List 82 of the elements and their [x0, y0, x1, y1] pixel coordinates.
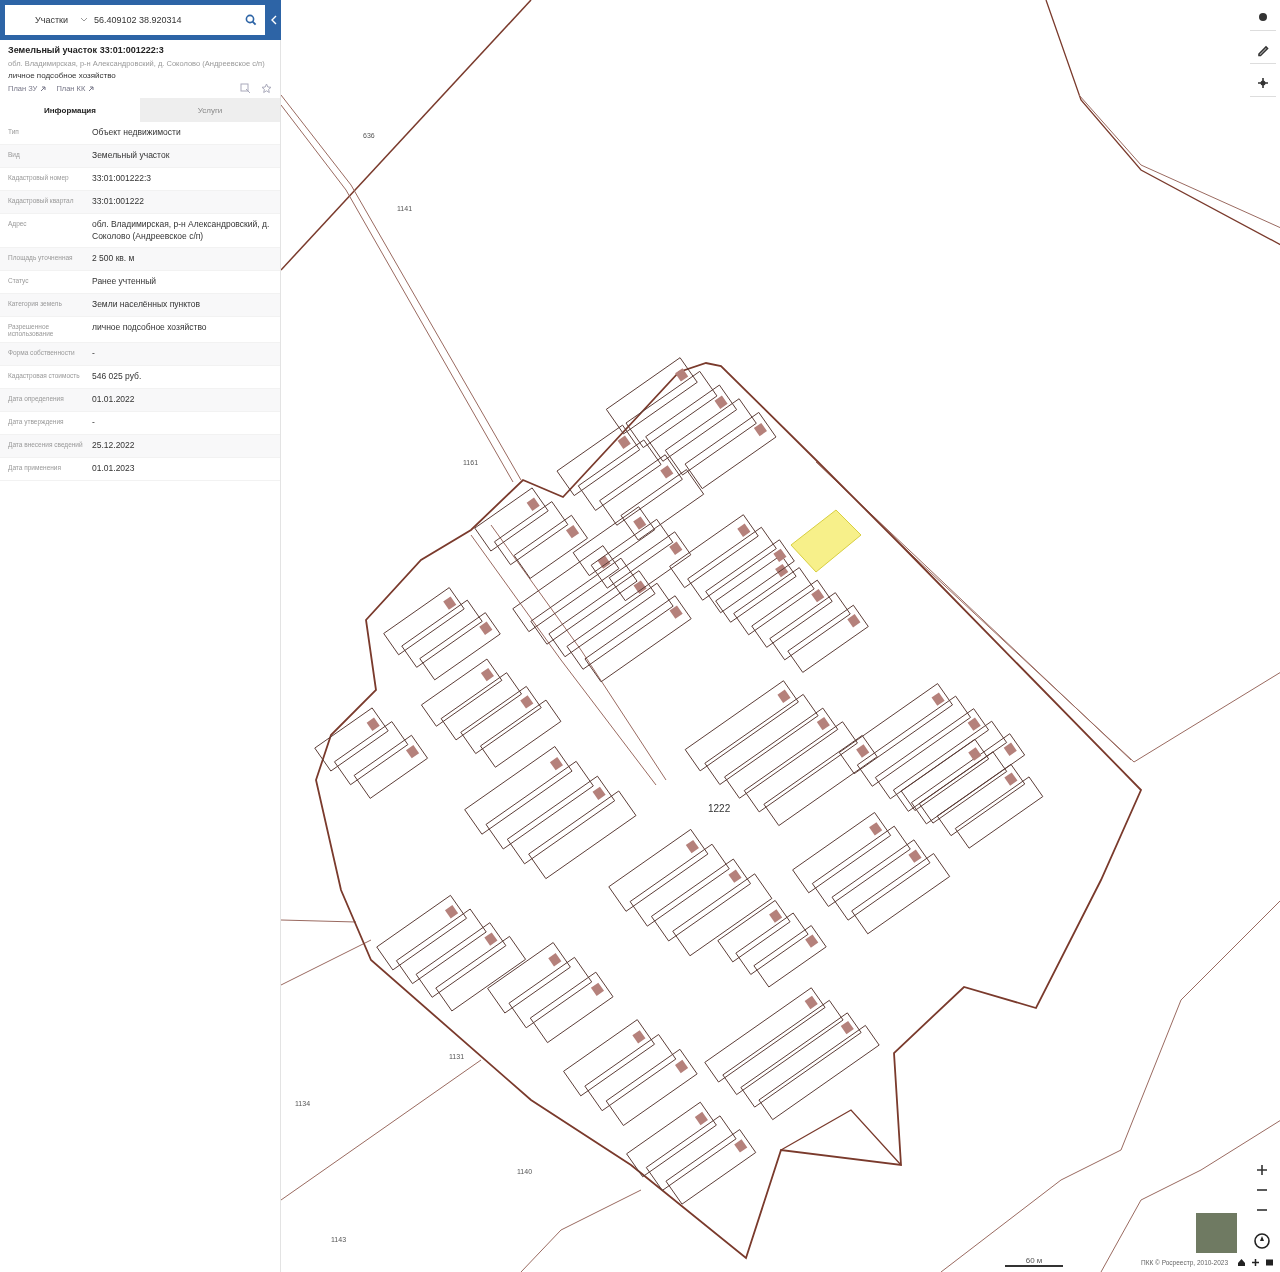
building-shape — [694, 1111, 708, 1126]
building-shape — [526, 497, 540, 511]
building-shape — [592, 786, 606, 800]
building-shape — [734, 1139, 748, 1153]
field-value: Земельный участок — [92, 149, 171, 162]
caret-icon — [80, 17, 88, 23]
field-value: 01.01.2023 — [92, 462, 136, 476]
building-shape — [805, 934, 819, 948]
building-shape — [660, 465, 674, 479]
search-field[interactable]: Участки 56.409102 38.920314 — [5, 5, 265, 35]
building-shape — [590, 982, 604, 996]
crosshair-icon[interactable] — [1251, 1258, 1260, 1267]
building-shape — [443, 596, 457, 610]
building-shape — [856, 744, 870, 758]
category-dropdown[interactable]: Участки — [35, 15, 68, 25]
search-icon[interactable] — [245, 14, 257, 26]
field-value: 25.12.2022 — [92, 439, 136, 453]
building-shape — [968, 747, 982, 761]
scale-bar — [1005, 1265, 1063, 1267]
building-shape — [480, 667, 494, 682]
building-shape — [728, 869, 742, 883]
building-shape — [1003, 742, 1017, 756]
building-shape — [675, 368, 689, 382]
building-shape — [675, 1059, 689, 1074]
building-shape — [366, 717, 380, 731]
field-value: 2 500 кв. м — [92, 251, 136, 265]
building-shape — [520, 695, 534, 709]
building-shape — [669, 541, 683, 555]
building-shape — [869, 822, 883, 836]
field-value: обл. Владимирская, р-н Александровский, д. Соколово (Андреевское с/п) — [92, 218, 271, 244]
building-shape — [967, 717, 981, 731]
field-value: личное подсобное хозяйство — [92, 320, 208, 334]
external-link-icon — [40, 85, 47, 92]
external-link-icon — [88, 85, 95, 92]
building-shape — [548, 953, 562, 967]
building-shape — [773, 548, 787, 562]
building-shape — [669, 605, 683, 619]
building-shape — [617, 435, 631, 449]
field-value: 33:01:001222:3 — [92, 172, 153, 185]
building-shape — [406, 744, 420, 759]
field-value: - — [92, 416, 96, 430]
home-icon[interactable] — [1237, 1258, 1246, 1267]
field-value: 33:01:001222 — [92, 195, 145, 208]
building-shape — [840, 1020, 854, 1035]
fullscreen-icon[interactable] — [1265, 1258, 1274, 1267]
building-shape — [714, 395, 728, 409]
parcel-title: Земельный участок 33:01:001222:3 — [8, 45, 165, 55]
building-shape — [445, 905, 459, 919]
field-value: Ранее учтенный — [92, 274, 158, 288]
building-shape — [753, 422, 767, 437]
building-shape — [632, 1030, 646, 1044]
parcel-number: 1222 — [708, 803, 731, 814]
field-value: 01.01.2022 — [92, 393, 136, 407]
field-value: - — [92, 347, 96, 361]
building-shape — [633, 516, 647, 530]
building-shape — [847, 614, 861, 628]
building-shape — [566, 524, 580, 539]
building-shape — [769, 909, 783, 923]
field-value: Земли населённых пунктов — [92, 297, 202, 311]
building-shape — [549, 757, 563, 771]
building-shape — [931, 692, 945, 706]
building-shape — [775, 563, 789, 578]
building-shape — [597, 555, 611, 569]
building-shape — [633, 580, 647, 594]
building-shape — [737, 523, 751, 537]
building-shape — [1004, 772, 1018, 786]
building-shape — [811, 589, 825, 603]
building-shape — [804, 995, 818, 1010]
building-shape — [484, 932, 498, 946]
building-shape — [816, 716, 830, 731]
field-value: Объект недвижимости — [92, 126, 182, 139]
star-icon[interactable] — [261, 83, 272, 94]
query-text: 56.409102 38.920314 — [94, 15, 183, 25]
scale-label: 60 м — [1025, 1256, 1043, 1265]
collapse-icon[interactable] — [271, 15, 277, 25]
building-shape — [479, 621, 493, 635]
field-value: 546 025 руб. — [92, 370, 143, 384]
building-shape — [777, 689, 791, 703]
parcel-usage: личное подсобное хозяйство — [8, 71, 117, 80]
satellite-thumbnail[interactable] — [1196, 1213, 1237, 1253]
building-shape — [685, 839, 699, 854]
building-shape — [908, 849, 922, 863]
